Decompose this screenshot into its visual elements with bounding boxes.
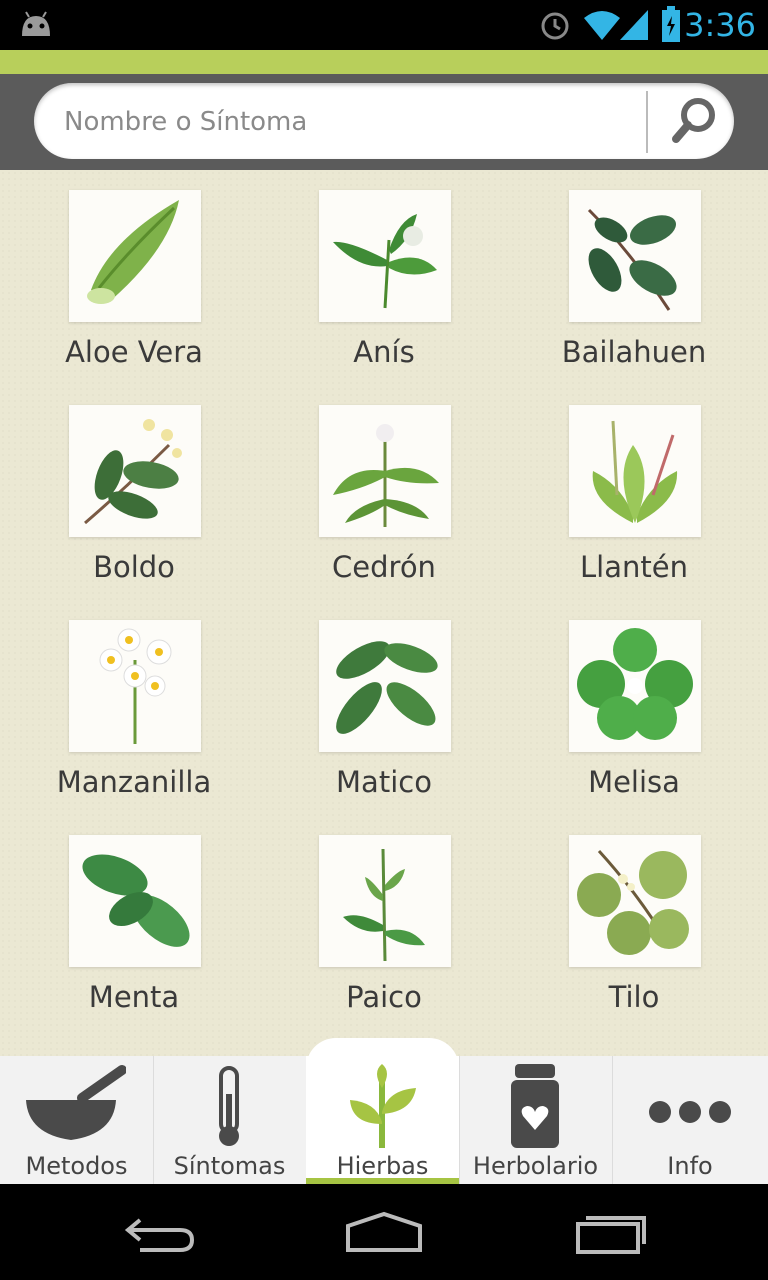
mortar-pestle-icon [26,1065,126,1140]
herb-tile-anis[interactable]: Anís [256,170,512,385]
herb-thumb [319,405,451,537]
back-button[interactable] [110,1204,210,1260]
herb-name: Anís [353,335,415,369]
search-icon [672,98,715,143]
herb-tile-paico[interactable]: Paico [256,815,512,1030]
herb-name: Cedrón [332,550,436,584]
thermometer-icon [219,1066,239,1146]
tab-label: Hierbas [336,1152,429,1180]
search-divider [646,91,648,153]
tilo-icon [577,849,689,955]
home-button[interactable] [334,1204,434,1260]
search-input[interactable] [62,97,646,147]
herb-grid-area: Aloe Vera Anís Bailahuen Boldo Cedrón Ll… [0,170,768,1056]
tab-hierbas[interactable]: Hierbas [306,1038,460,1184]
herb-tile-bailahuen[interactable]: Bailahuen [506,170,762,385]
search-button[interactable] [662,89,726,153]
bottom-tab-bar: Metodos Síntomas Hierbas Herbolario Info [0,1038,768,1184]
herb-tile-melisa[interactable]: Melisa [506,600,762,815]
herb-thumb [69,405,201,537]
herb-tile-boldo[interactable]: Boldo [6,385,262,600]
herb-tile-aloe-vera[interactable]: Aloe Vera [6,170,262,385]
herb-thumb [319,620,451,752]
signal-icon [620,10,648,40]
paico-icon [343,848,425,962]
aloe-vera-icon [87,200,179,304]
boldo-icon [84,419,182,525]
home-icon [346,1211,422,1252]
herb-thumb [569,620,701,752]
tab-label: Herbolario [472,1152,599,1180]
tab-info[interactable]: Info [612,1056,768,1184]
back-icon [124,1218,195,1252]
herb-name: Paico [346,980,422,1014]
llanten-icon [592,420,678,523]
search-bar [0,74,768,170]
herb-name: Matico [336,765,432,799]
status-time: 3:36 [684,6,756,44]
matico-icon [336,641,438,734]
bailahuen-icon [587,208,677,311]
anis-icon [333,214,437,309]
more-dots-icon [649,1101,731,1123]
herb-name: Menta [88,980,180,1014]
cedron-icon [333,424,439,527]
battery-icon [662,6,680,42]
herb-name: Tilo [608,980,660,1014]
herb-thumb [69,835,201,967]
recent-apps-button[interactable] [560,1204,660,1260]
alarm-icon [541,12,569,40]
sprout-icon [350,1064,416,1148]
herb-thumb [569,405,701,537]
herb-tile-manzanilla[interactable]: Manzanilla [6,600,262,815]
tab-label: Info [667,1152,713,1180]
herb-name: Manzanilla [56,765,212,799]
tab-label: Metodos [25,1152,128,1180]
herb-tile-cedron[interactable]: Cedrón [256,385,512,600]
tab-herbolario[interactable]: Herbolario [459,1056,613,1184]
android-icon [22,11,50,36]
herb-thumb [319,835,451,967]
tab-metodos[interactable]: Metodos [0,1056,154,1184]
jar-heart-icon [511,1064,559,1148]
manzanilla-icon [99,628,172,744]
herb-tile-tilo[interactable]: Tilo [506,815,762,1030]
tab-sintomas[interactable]: Síntomas [153,1056,307,1184]
herb-thumb [69,190,201,322]
herb-tile-menta[interactable]: Menta [6,815,262,1030]
accent-strip [0,50,768,74]
herb-name: Melisa [588,765,680,799]
herb-name: Bailahuen [561,335,707,369]
melisa-icon [577,628,693,740]
herb-thumb [569,835,701,967]
wifi-icon [584,11,620,40]
search-box [34,83,734,159]
herb-tile-matico[interactable]: Matico [256,600,512,815]
tab-label: Síntomas [173,1152,286,1180]
herb-name: Aloe Vera [65,335,203,369]
herb-name: Llantén [580,550,688,584]
herb-tile-llanten[interactable]: Llantén [506,385,762,600]
system-nav-bar [0,1184,768,1280]
herb-thumb [319,190,451,322]
herb-thumb [569,190,701,322]
menta-icon [82,854,190,947]
herb-thumb [69,620,201,752]
herb-name: Boldo [93,550,175,584]
status-bar: 3:36 [0,0,768,50]
recent-apps-icon [576,1216,646,1254]
